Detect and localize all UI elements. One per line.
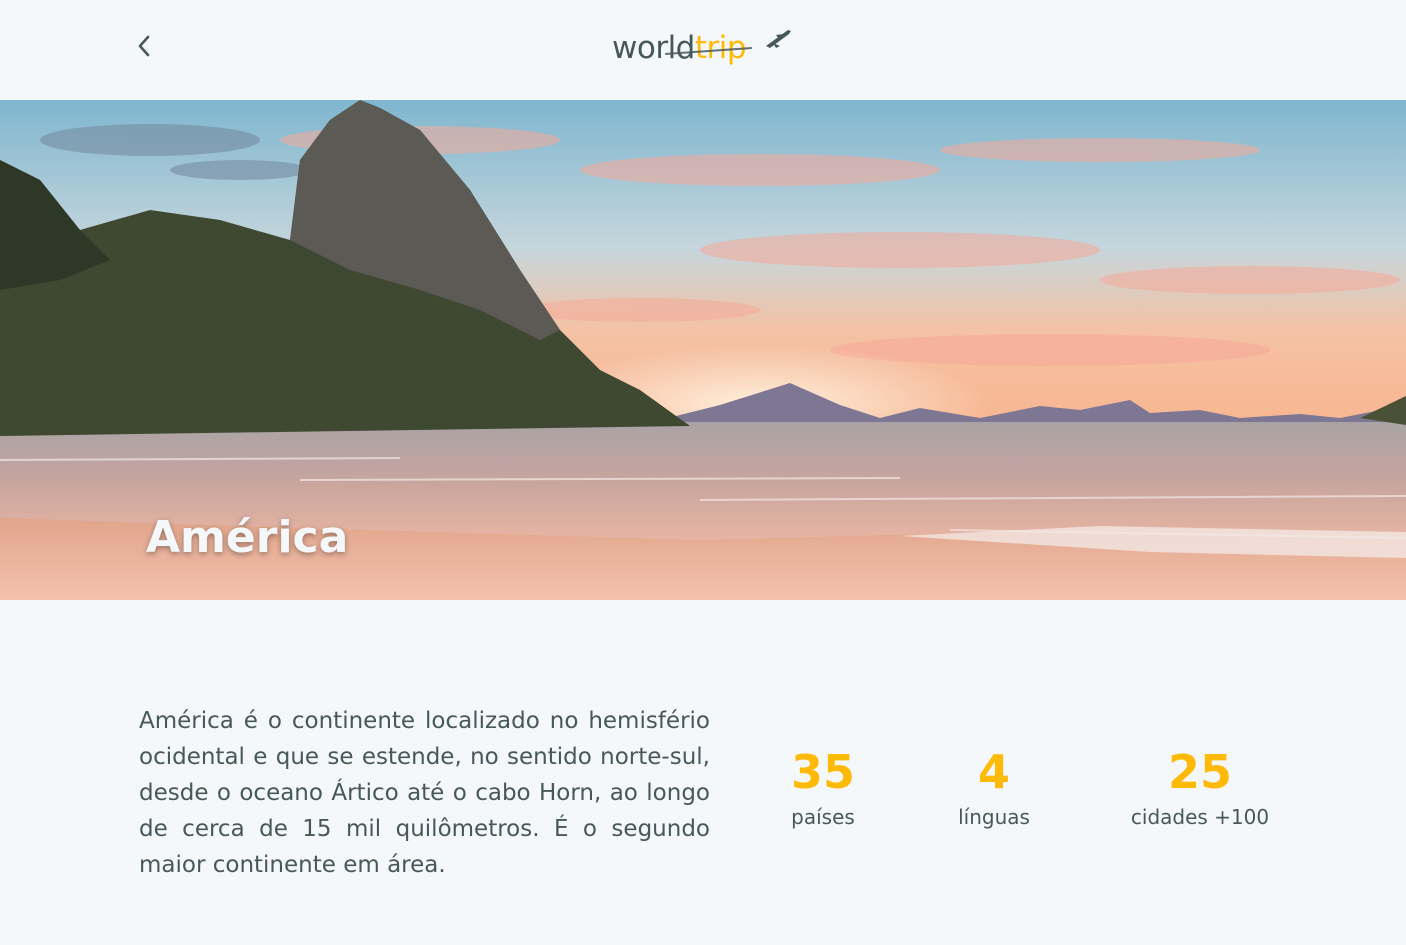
chevron-left-icon (138, 35, 150, 57)
stat-countries-label: países (791, 805, 855, 829)
stat-languages-value: 4 (977, 745, 1010, 799)
stat-languages-label: línguas (958, 805, 1030, 829)
stat-countries-value: 35 (790, 745, 855, 799)
stat-cities-value: 25 (1167, 745, 1232, 799)
worldtrip-logo[interactable]: worldtrip (612, 24, 794, 76)
logo-word-trip: trip (694, 30, 747, 66)
stat-languages: 4 línguas (935, 742, 1053, 832)
logo-word-world: world (612, 30, 695, 66)
continent-description: América é o continente localizado no hem… (139, 708, 710, 878)
airplane-icon (766, 30, 791, 48)
continent-banner: América (0, 100, 1406, 600)
site-header: worldtrip (0, 0, 1406, 100)
continent-title: América (146, 512, 349, 563)
stat-cities: 25 cidades +100 (1120, 742, 1280, 832)
stat-cities-label: cidades +100 (1130, 805, 1270, 829)
stat-countries: 35 países (771, 742, 875, 832)
logo-text: worldtrip (612, 30, 747, 66)
back-button[interactable] (128, 30, 160, 62)
